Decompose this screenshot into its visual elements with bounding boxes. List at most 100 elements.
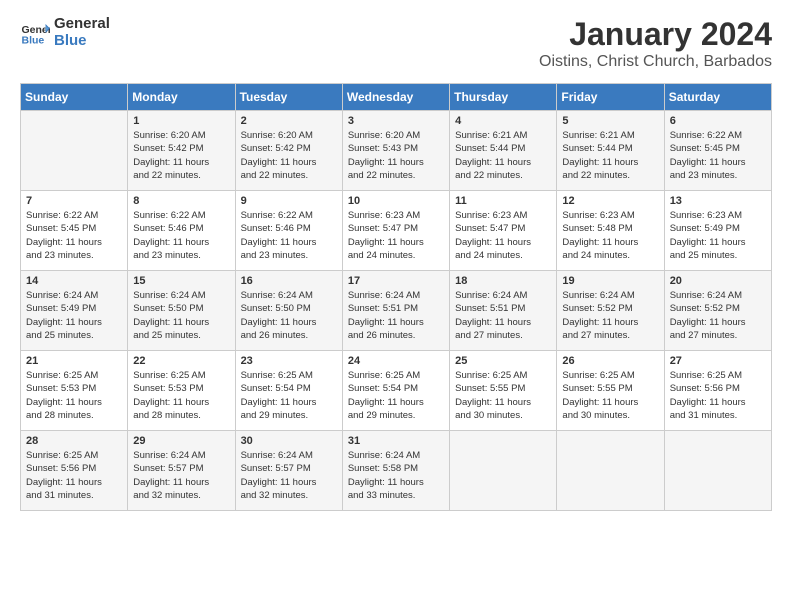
calendar-cell: 12 Sunrise: 6:23 AMSunset: 5:48 PMDayligh… bbox=[557, 191, 664, 271]
day-info: Sunrise: 6:25 AMSunset: 5:53 PMDaylight:… bbox=[133, 369, 229, 422]
header-day-friday: Friday bbox=[557, 84, 664, 111]
calendar-cell: 3 Sunrise: 6:20 AMSunset: 5:43 PMDaylight… bbox=[342, 111, 449, 191]
calendar-cell: 19 Sunrise: 6:24 AMSunset: 5:52 PMDayligh… bbox=[557, 271, 664, 351]
day-number: 19 bbox=[562, 275, 658, 287]
day-info: Sunrise: 6:23 AMSunset: 5:48 PMDaylight:… bbox=[562, 209, 658, 262]
day-number: 6 bbox=[670, 115, 766, 127]
day-number: 27 bbox=[670, 355, 766, 367]
day-number: 12 bbox=[562, 195, 658, 207]
calendar-cell: 21 Sunrise: 6:25 AMSunset: 5:53 PMDayligh… bbox=[21, 351, 128, 431]
calendar-cell: 17Sunrise: 6:24 AMSunset: 5:51 PMDayligh… bbox=[342, 271, 449, 351]
day-number: 8 bbox=[133, 195, 229, 207]
calendar-cell: 23 Sunrise: 6:25 AMSunset: 5:54 PMDayligh… bbox=[235, 351, 342, 431]
day-number: 15 bbox=[133, 275, 229, 287]
calendar-cell: 5 Sunrise: 6:21 AMSunset: 5:44 PMDaylight… bbox=[557, 111, 664, 191]
day-info: Sunrise: 6:25 AMSunset: 5:55 PMDaylight:… bbox=[562, 369, 658, 422]
day-number: 9 bbox=[241, 195, 337, 207]
header-day-tuesday: Tuesday bbox=[235, 84, 342, 111]
day-number: 7 bbox=[26, 195, 122, 207]
day-info: Sunrise: 6:20 AMSunset: 5:42 PMDaylight:… bbox=[133, 129, 229, 182]
header-day-saturday: Saturday bbox=[664, 84, 771, 111]
day-info: Sunrise: 6:22 AMSunset: 5:46 PMDaylight:… bbox=[133, 209, 229, 262]
day-info: Sunrise: 6:24 AMSunset: 5:51 PMDaylight:… bbox=[455, 289, 551, 342]
day-number: 24 bbox=[348, 355, 444, 367]
calendar-cell: 11Sunrise: 6:23 AMSunset: 5:47 PMDayligh… bbox=[450, 191, 557, 271]
calendar-cell: 26 Sunrise: 6:25 AMSunset: 5:55 PMDayligh… bbox=[557, 351, 664, 431]
calendar-body: 1 Sunrise: 6:20 AMSunset: 5:42 PMDaylight… bbox=[21, 111, 772, 511]
week-row-5: 28Sunrise: 6:25 AMSunset: 5:56 PMDayligh… bbox=[21, 431, 772, 511]
calendar-cell bbox=[21, 111, 128, 191]
day-number: 21 bbox=[26, 355, 122, 367]
calendar-cell: 31Sunrise: 6:24 AMSunset: 5:58 PMDayligh… bbox=[342, 431, 449, 511]
calendar-cell: 24 Sunrise: 6:25 AMSunset: 5:54 PMDayligh… bbox=[342, 351, 449, 431]
calendar-cell: 28Sunrise: 6:25 AMSunset: 5:56 PMDayligh… bbox=[21, 431, 128, 511]
svg-text:Blue: Blue bbox=[22, 34, 45, 46]
day-info: Sunrise: 6:23 AMSunset: 5:47 PMDaylight:… bbox=[348, 209, 444, 262]
day-number: 23 bbox=[241, 355, 337, 367]
calendar-cell: 10 Sunrise: 6:23 AMSunset: 5:47 PMDayligh… bbox=[342, 191, 449, 271]
day-info: Sunrise: 6:22 AMSunset: 5:45 PMDaylight:… bbox=[670, 129, 766, 182]
calendar-cell bbox=[664, 431, 771, 511]
day-number: 29 bbox=[133, 435, 229, 447]
day-info: Sunrise: 6:25 AMSunset: 5:54 PMDaylight:… bbox=[241, 369, 337, 422]
day-number: 25 bbox=[455, 355, 551, 367]
week-row-2: 7 Sunrise: 6:22 AMSunset: 5:45 PMDaylight… bbox=[21, 191, 772, 271]
calendar-cell: 18Sunrise: 6:24 AMSunset: 5:51 PMDayligh… bbox=[450, 271, 557, 351]
day-number: 14 bbox=[26, 275, 122, 287]
logo: General Blue General Blue bbox=[20, 16, 110, 49]
day-info: Sunrise: 6:25 AMSunset: 5:53 PMDaylight:… bbox=[26, 369, 122, 422]
day-info: Sunrise: 6:25 AMSunset: 5:55 PMDaylight:… bbox=[455, 369, 551, 422]
day-info: Sunrise: 6:25 AMSunset: 5:56 PMDaylight:… bbox=[670, 369, 766, 422]
calendar-cell: 20 Sunrise: 6:24 AMSunset: 5:52 PMDayligh… bbox=[664, 271, 771, 351]
calendar-cell: 4 Sunrise: 6:21 AMSunset: 5:44 PMDaylight… bbox=[450, 111, 557, 191]
week-row-4: 21 Sunrise: 6:25 AMSunset: 5:53 PMDayligh… bbox=[21, 351, 772, 431]
day-number: 17 bbox=[348, 275, 444, 287]
calendar-cell: 27 Sunrise: 6:25 AMSunset: 5:56 PMDayligh… bbox=[664, 351, 771, 431]
calendar-title: January 2024 bbox=[539, 16, 772, 53]
day-number: 13 bbox=[670, 195, 766, 207]
logo-general: General bbox=[54, 16, 110, 33]
calendar-cell: 14 Sunrise: 6:24 AMSunset: 5:49 PMDayligh… bbox=[21, 271, 128, 351]
day-info: Sunrise: 6:25 AMSunset: 5:56 PMDaylight:… bbox=[26, 449, 122, 502]
day-info: Sunrise: 6:21 AMSunset: 5:44 PMDaylight:… bbox=[562, 129, 658, 182]
day-number: 16 bbox=[241, 275, 337, 287]
calendar-cell: 6 Sunrise: 6:22 AMSunset: 5:45 PMDaylight… bbox=[664, 111, 771, 191]
logo-icon: General Blue bbox=[20, 18, 50, 48]
day-info: Sunrise: 6:24 AMSunset: 5:52 PMDaylight:… bbox=[670, 289, 766, 342]
calendar-cell: 25 Sunrise: 6:25 AMSunset: 5:55 PMDayligh… bbox=[450, 351, 557, 431]
day-info: Sunrise: 6:20 AMSunset: 5:42 PMDaylight:… bbox=[241, 129, 337, 182]
day-info: Sunrise: 6:24 AMSunset: 5:50 PMDaylight:… bbox=[133, 289, 229, 342]
day-number: 2 bbox=[241, 115, 337, 127]
title-area: January 2024 Oistins, Christ Church, Bar… bbox=[539, 16, 772, 71]
day-info: Sunrise: 6:20 AMSunset: 5:43 PMDaylight:… bbox=[348, 129, 444, 182]
day-number: 20 bbox=[670, 275, 766, 287]
calendar-cell: 22Sunrise: 6:25 AMSunset: 5:53 PMDayligh… bbox=[128, 351, 235, 431]
calendar-cell: 2 Sunrise: 6:20 AMSunset: 5:42 PMDaylight… bbox=[235, 111, 342, 191]
day-info: Sunrise: 6:24 AMSunset: 5:57 PMDaylight:… bbox=[133, 449, 229, 502]
calendar-table: SundayMondayTuesdayWednesdayThursdayFrid… bbox=[20, 83, 772, 511]
day-info: Sunrise: 6:24 AMSunset: 5:52 PMDaylight:… bbox=[562, 289, 658, 342]
header-day-wednesday: Wednesday bbox=[342, 84, 449, 111]
week-row-1: 1 Sunrise: 6:20 AMSunset: 5:42 PMDaylight… bbox=[21, 111, 772, 191]
calendar-cell: 8 Sunrise: 6:22 AMSunset: 5:46 PMDaylight… bbox=[128, 191, 235, 271]
day-info: Sunrise: 6:21 AMSunset: 5:44 PMDaylight:… bbox=[455, 129, 551, 182]
day-number: 26 bbox=[562, 355, 658, 367]
header-row: SundayMondayTuesdayWednesdayThursdayFrid… bbox=[21, 84, 772, 111]
calendar-cell: 29 Sunrise: 6:24 AMSunset: 5:57 PMDayligh… bbox=[128, 431, 235, 511]
calendar-cell: 9Sunrise: 6:22 AMSunset: 5:46 PMDaylight… bbox=[235, 191, 342, 271]
calendar-cell: 30Sunrise: 6:24 AMSunset: 5:57 PMDayligh… bbox=[235, 431, 342, 511]
day-number: 1 bbox=[133, 115, 229, 127]
day-info: Sunrise: 6:25 AMSunset: 5:54 PMDaylight:… bbox=[348, 369, 444, 422]
calendar-cell: 13 Sunrise: 6:23 AMSunset: 5:49 PMDayligh… bbox=[664, 191, 771, 271]
day-info: Sunrise: 6:23 AMSunset: 5:49 PMDaylight:… bbox=[670, 209, 766, 262]
day-info: Sunrise: 6:22 AMSunset: 5:45 PMDaylight:… bbox=[26, 209, 122, 262]
day-info: Sunrise: 6:24 AMSunset: 5:58 PMDaylight:… bbox=[348, 449, 444, 502]
day-number: 5 bbox=[562, 115, 658, 127]
day-info: Sunrise: 6:24 AMSunset: 5:49 PMDaylight:… bbox=[26, 289, 122, 342]
day-number: 3 bbox=[348, 115, 444, 127]
day-number: 4 bbox=[455, 115, 551, 127]
day-number: 11 bbox=[455, 195, 551, 207]
header-day-sunday: Sunday bbox=[21, 84, 128, 111]
day-number: 10 bbox=[348, 195, 444, 207]
day-info: Sunrise: 6:24 AMSunset: 5:50 PMDaylight:… bbox=[241, 289, 337, 342]
